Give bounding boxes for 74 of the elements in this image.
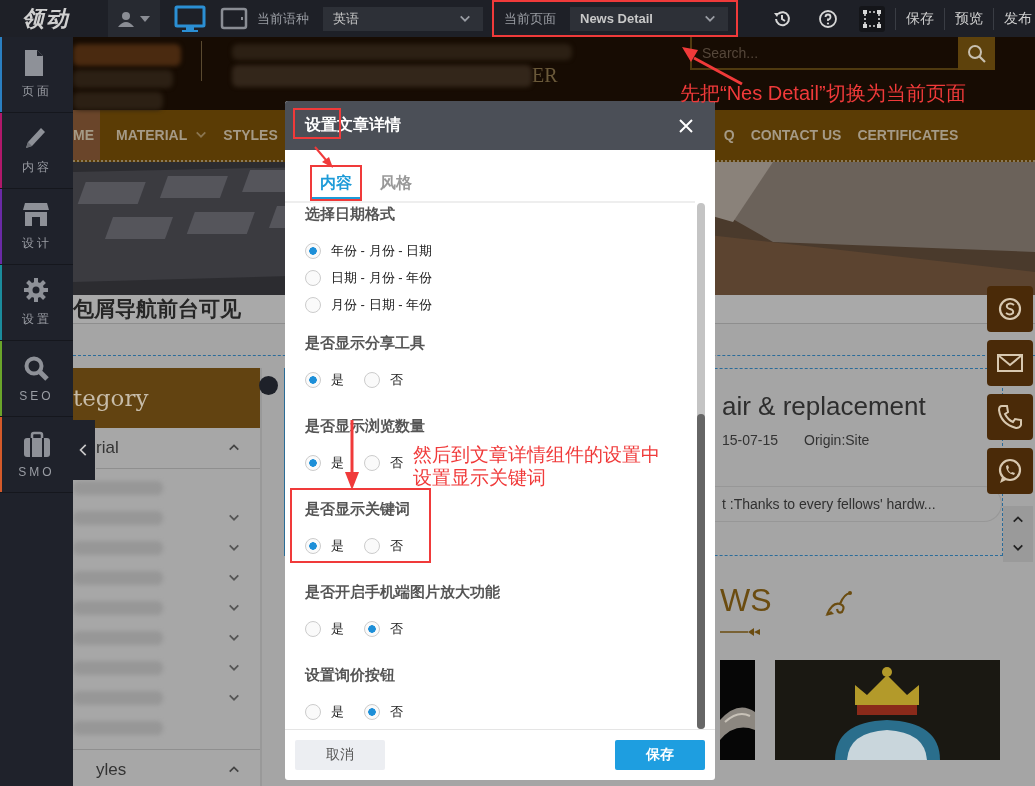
caret-icon [140,15,150,22]
contact-button[interactable] [987,340,1033,386]
logo: 领动 [21,4,71,33]
divider-line [201,41,202,81]
radio-option[interactable]: 是 [305,454,344,472]
user-icon [118,10,134,27]
flourish-icon [720,628,760,636]
user-menu-button[interactable] [108,0,160,37]
category-group[interactable]: rial [96,428,260,469]
dotted-frame-icon [863,9,881,28]
news-heading: WS [720,581,772,620]
search-icon [966,43,987,64]
cancel-button[interactable]: 取消 [295,740,385,770]
sidebar-item[interactable]: 页面 [0,37,73,113]
language-label: 当前语种 [257,9,309,28]
radio-option[interactable]: 是 [305,537,344,555]
toolbar-link[interactable]: 保存 [906,9,934,28]
article-origin: Origin:Site [804,432,870,448]
nav-item[interactable]: CERTIFICATES [857,110,959,160]
toolbar-link[interactable]: 预览 [955,9,983,28]
nav-item[interactable]: STYLES [223,110,278,160]
annotation-text: 先把“Nes Detail”切换为当前页面 [680,81,966,106]
radio-option[interactable]: 否 [364,703,403,721]
scrollbar-thumb[interactable] [697,414,705,729]
annotation-text: 然后到文章详情组件的设置中设置显示关键词 [413,443,660,489]
contact-button[interactable] [987,448,1033,494]
select-frame-button[interactable] [859,5,885,32]
history-icon[interactable] [772,8,792,29]
setting-label: 是否显示关键词 [305,500,410,519]
radio-option[interactable]: 月份 - 日期 - 年份 [305,296,433,314]
article-title: air & replacement [722,391,927,422]
search-icon [22,354,51,383]
setting-label: 是否显示分享工具 [305,334,425,353]
article-date: 15-07-15 [722,432,779,448]
annotation-arrow [314,146,333,168]
scrollbar[interactable] [697,203,705,729]
radio-option[interactable]: 是 [305,620,344,638]
category-title: tegory [73,368,260,428]
nav-item[interactable]: Q [723,110,735,160]
search-field[interactable]: Search... [690,37,958,70]
radio-option[interactable]: 否 [364,454,403,472]
language-select[interactable]: 英语 [323,6,483,31]
category-group[interactable]: yles [96,750,260,786]
radio-option[interactable]: 是 [305,703,344,721]
toolbar-link[interactable]: 发布 [1004,9,1032,28]
radio-option[interactable]: 是 [305,371,344,389]
page-label: 当前页面 [504,9,556,28]
radio-option[interactable]: 日期 - 月份 - 年份 [305,269,433,287]
site-tagline: ER [532,64,558,87]
desktop-icon[interactable] [174,4,206,33]
phone-icon [996,403,1024,431]
contact-button[interactable] [987,394,1033,440]
store-icon [22,201,51,229]
skype-icon [996,295,1024,323]
radio-option[interactable]: 否 [364,620,403,638]
setting-label: 设置询价按钮 [305,666,396,685]
sidebar-item[interactable]: 设计 [0,189,73,265]
close-icon[interactable] [679,118,693,133]
sidebar-item[interactable]: SMO [0,417,73,493]
contact-button[interactable] [987,286,1033,332]
nav-item[interactable]: MATERIAL [116,110,208,160]
radio-option[interactable]: 年份 - 月份 - 日期 [305,242,433,260]
setting-label: 是否开启手机端图片放大功能 [305,583,500,602]
page-select[interactable]: News Detail [570,6,728,31]
search-button[interactable] [958,37,995,70]
help-icon[interactable] [818,8,838,29]
chat-icon [996,457,1024,485]
nav-item[interactable]: CONTACT US [750,110,842,160]
breadcrumb-note: 包屑导航前台可见 [73,296,241,322]
settings-icon [22,277,51,305]
radio-option[interactable]: 否 [364,537,403,555]
setting-label: 选择日期格式 [305,205,396,224]
radio-option[interactable]: 否 [364,371,403,389]
briefcase-icon [22,430,51,459]
